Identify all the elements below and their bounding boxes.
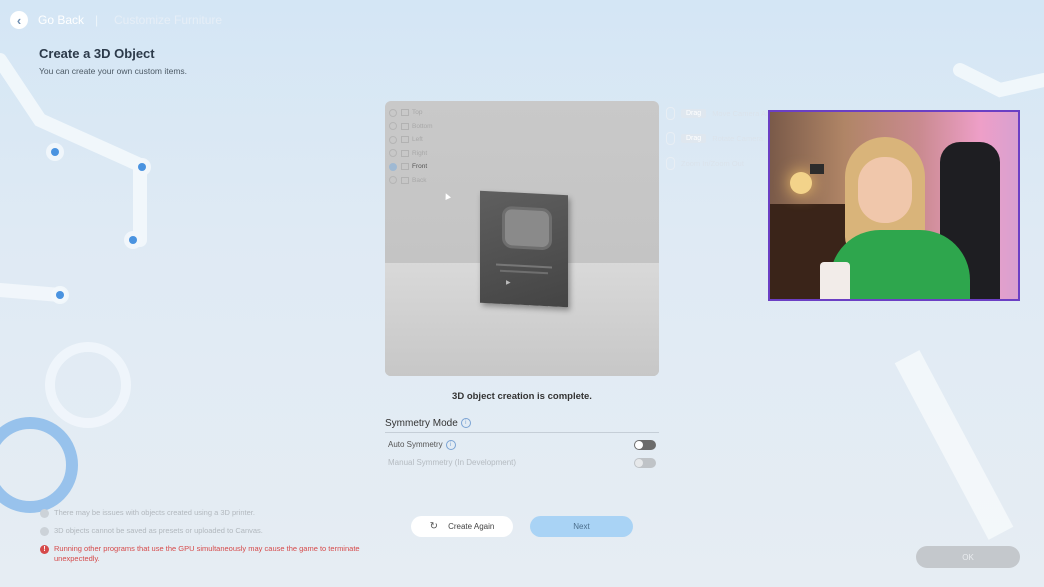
hint-zoom: Zoom In/Zoom Out xyxy=(666,151,780,176)
symmetry-divider xyxy=(385,432,659,433)
radio-icon xyxy=(389,149,397,158)
play-button-shape xyxy=(502,205,552,251)
hint-text: Zoom In/Zoom Out xyxy=(681,159,744,168)
auto-symmetry-row: Auto Symmetry i xyxy=(388,439,656,453)
breadcrumb-current: Customize Furniture xyxy=(114,13,223,27)
create-again-label: Create Again xyxy=(448,522,495,531)
webcam-lamp xyxy=(790,172,812,194)
view-option-label: Right xyxy=(412,149,428,157)
webcam-person-body xyxy=(830,230,970,299)
hint-move-camera: Drag Move Camera Angle xyxy=(666,101,780,126)
go-back-link[interactable]: Go Back xyxy=(38,13,84,27)
view-option-label: Left xyxy=(412,136,423,144)
warning-icon: ! xyxy=(40,545,49,554)
cube-icon xyxy=(401,176,409,184)
next-button[interactable]: Next xyxy=(530,516,633,537)
3d-object-model[interactable]: ▶ xyxy=(480,190,568,308)
auto-symmetry-text: Auto Symmetry xyxy=(388,440,443,450)
view-option-front[interactable]: Front xyxy=(389,160,433,174)
warning-item: ! Running other programs that use the GPU… xyxy=(40,544,360,564)
next-label: Next xyxy=(573,522,590,531)
radio-icon xyxy=(389,122,397,131)
symmetry-mode-label: Symmetry Mode xyxy=(385,418,458,429)
info-icon[interactable]: i xyxy=(460,418,471,429)
view-option-right[interactable]: Right xyxy=(389,147,433,161)
creation-status-message: 3D object creation is complete. xyxy=(452,391,592,402)
3d-preview-viewport[interactable]: Top Bottom Left Right Front Back ▶ xyxy=(385,101,659,376)
manual-symmetry-row: Manual Symmetry (In Development) xyxy=(388,457,656,471)
page-title: Create a 3D Object xyxy=(39,46,155,61)
hint-key: Drag xyxy=(681,134,707,143)
webcam-person-face xyxy=(858,157,912,223)
view-option-back[interactable]: Back xyxy=(389,174,433,188)
view-option-label: Bottom xyxy=(412,122,433,130)
hint-rotate-camera: Drag Rotate Camera xyxy=(666,126,780,151)
warning-text: Running other programs that use the GPU … xyxy=(54,544,360,563)
toggle-knob xyxy=(635,441,643,449)
manual-symmetry-toggle xyxy=(634,458,656,468)
plaque-engraving xyxy=(500,269,548,275)
notice-list: There may be issues with objects created… xyxy=(40,508,360,572)
radio-icon xyxy=(389,135,397,144)
page-subtitle: You can create your own custom items. xyxy=(39,66,188,76)
plaque-logo: ▶ xyxy=(506,280,511,287)
manual-symmetry-label: Manual Symmetry (In Development) xyxy=(388,458,517,467)
auto-symmetry-toggle[interactable] xyxy=(634,440,656,450)
view-option-top[interactable]: Top xyxy=(389,106,433,120)
hint-text: Rotate Camera xyxy=(712,134,764,143)
webcam-mug xyxy=(820,262,850,299)
plaque-engraving xyxy=(496,263,552,269)
cube-icon xyxy=(401,149,409,157)
info-icon[interactable]: i xyxy=(445,440,456,450)
hint-key: Drag xyxy=(681,109,707,118)
camera-control-hints: Drag Move Camera Angle Drag Rotate Camer… xyxy=(666,101,780,176)
notice-text: 3D objects cannot be saved as presets or… xyxy=(54,526,263,535)
view-option-left[interactable]: Left xyxy=(389,133,433,147)
ok-button[interactable]: OK xyxy=(916,546,1020,568)
notice-text: There may be issues with objects created… xyxy=(54,508,255,517)
cube-icon xyxy=(401,109,409,117)
mouse-icon xyxy=(666,107,675,120)
ok-label: OK xyxy=(962,552,974,562)
radio-icon xyxy=(389,108,397,117)
view-option-label: Top xyxy=(412,109,423,117)
toggle-knob xyxy=(635,459,643,467)
back-arrow-icon[interactable]: ‹ xyxy=(10,11,28,29)
auto-symmetry-label: Auto Symmetry i xyxy=(388,440,456,450)
camera-view-list: Top Bottom Left Right Front Back xyxy=(389,106,433,187)
radio-icon xyxy=(389,176,397,185)
info-dot-icon xyxy=(40,527,49,536)
symmetry-mode-title: Symmetry Mode i xyxy=(385,418,471,429)
radio-icon xyxy=(389,162,397,171)
info-dot-icon xyxy=(40,509,49,518)
cube-icon xyxy=(401,122,409,130)
scroll-wheel-icon xyxy=(666,157,675,170)
mouse-icon xyxy=(666,132,675,145)
top-bar: ‹ Go Back | Customize Furniture xyxy=(0,0,1044,42)
create-again-button[interactable]: ↻ Create Again xyxy=(411,516,513,537)
view-option-label: Back xyxy=(412,176,427,184)
mouse-cursor-icon xyxy=(443,192,451,200)
webcam-overlay xyxy=(768,110,1020,301)
notice-item: There may be issues with objects created… xyxy=(40,508,360,518)
play-button-award-icon xyxy=(810,164,824,174)
notice-item: 3D objects cannot be saved as presets or… xyxy=(40,526,360,536)
cube-icon xyxy=(401,136,409,144)
view-option-bottom[interactable]: Bottom xyxy=(389,120,433,134)
breadcrumb-separator: | xyxy=(95,13,99,27)
view-option-label: Front xyxy=(412,163,428,171)
cube-icon xyxy=(401,163,409,171)
refresh-icon: ↻ xyxy=(429,521,439,532)
